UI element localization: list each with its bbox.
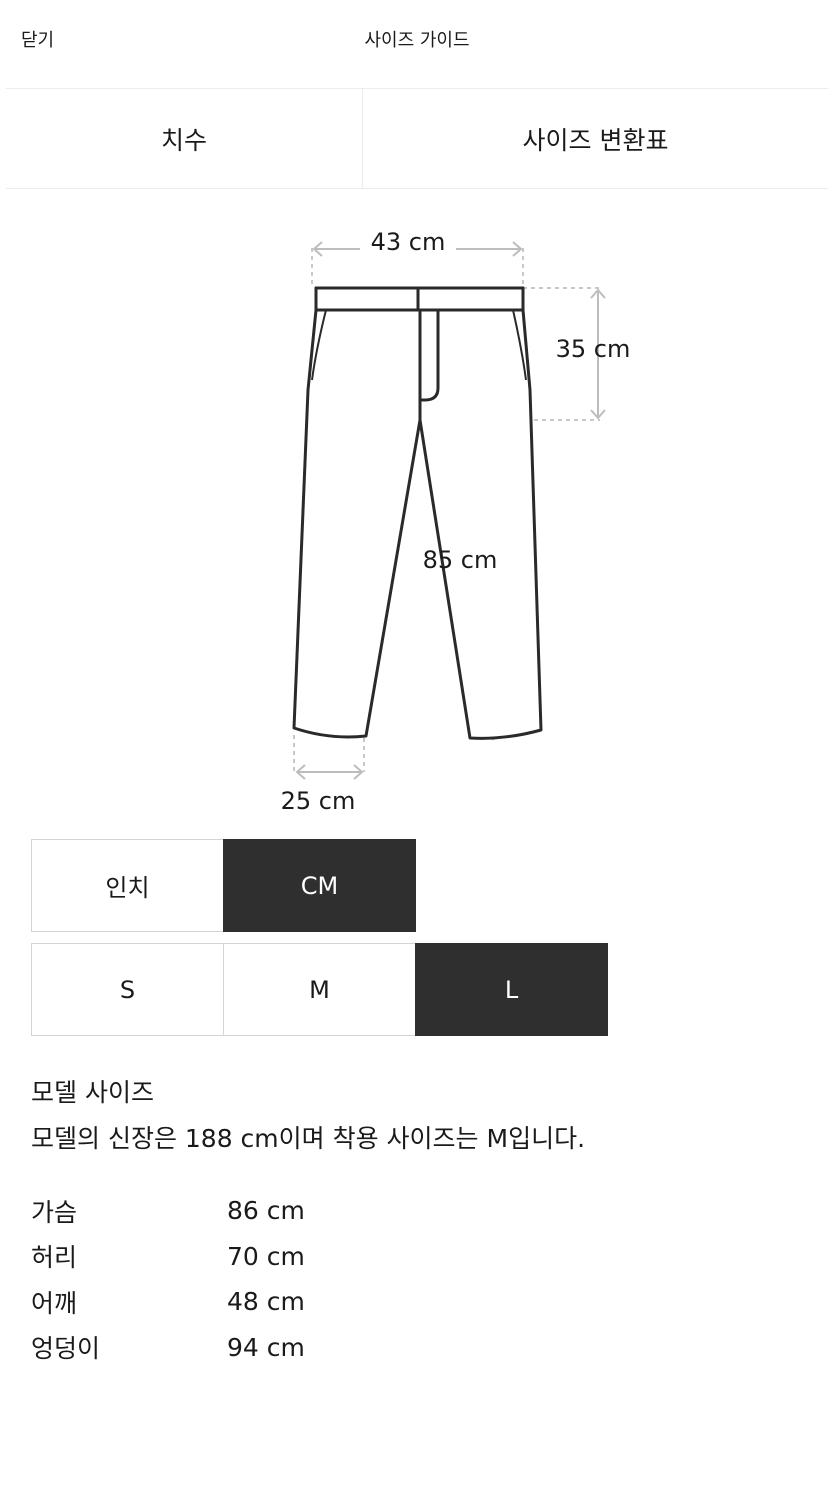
waist-measure-label: 43 cm	[371, 228, 446, 256]
model-size-description: 모델의 신장은 188 cm이며 착용 사이즈는 M입니다.	[31, 1124, 586, 1153]
unit-option-inch[interactable]: 인치	[31, 839, 224, 932]
measurement-value: 86 cm	[227, 1196, 305, 1226]
unit-option-cm[interactable]: CM	[223, 839, 416, 932]
measurement-row: 허리 70 cm	[31, 1234, 531, 1280]
rise-measure-label: 35 cm	[556, 335, 631, 363]
measurement-label: 가슴	[31, 1197, 78, 1227]
size-option-s[interactable]: S	[31, 943, 224, 1036]
measurement-label: 허리	[31, 1243, 78, 1273]
unit-toggle: 인치 CM	[31, 839, 416, 932]
tab-bar: 치수 사이즈 변환표	[6, 88, 828, 189]
measurement-value: 48 cm	[227, 1287, 305, 1317]
page-title: 사이즈 가이드	[364, 30, 470, 51]
model-info: 모델 사이즈 모델의 신장은 188 cm이며 착용 사이즈는 M입니다.	[31, 1076, 811, 1156]
hem-measure-label: 25 cm	[281, 787, 356, 815]
size-toggle: S M L	[31, 943, 608, 1036]
model-size-heading: 모델 사이즈	[31, 1078, 154, 1107]
measurement-row: 가슴 86 cm	[31, 1188, 531, 1234]
measurement-label: 어깨	[31, 1288, 78, 1318]
model-measurements: 가슴 86 cm 허리 70 cm 어깨 48 cm 엉덩이 94 cm	[31, 1188, 531, 1370]
size-option-l[interactable]: L	[415, 943, 608, 1036]
top-bar: 닫기 사이즈 가이드	[0, 0, 834, 88]
tab-measurements[interactable]: 치수	[6, 89, 363, 188]
measurement-label: 엉덩이	[31, 1334, 101, 1364]
measurement-row: 어깨 48 cm	[31, 1279, 531, 1325]
measurement-value: 94 cm	[227, 1332, 305, 1362]
tab-size-conversion[interactable]: 사이즈 변환표	[363, 89, 828, 188]
measurement-row: 엉덩이 94 cm	[31, 1325, 531, 1371]
size-option-m[interactable]: M	[223, 943, 416, 1036]
measurement-value: 70 cm	[227, 1241, 305, 1271]
inseam-measure-label: 85 cm	[423, 546, 498, 574]
pants-measurement-diagram: 43 cm 35 cm 85 cm 25 cm	[0, 190, 834, 830]
pants-outline	[292, 286, 543, 740]
